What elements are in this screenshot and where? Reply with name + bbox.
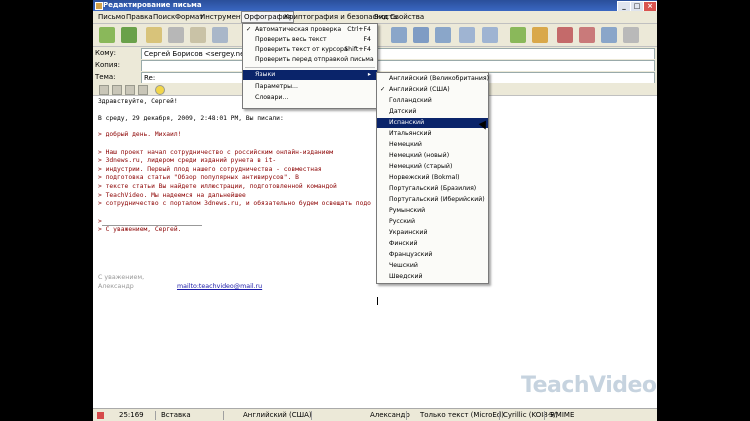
insert-mode: Вставка xyxy=(161,411,191,419)
replace-icon[interactable] xyxy=(601,27,617,43)
mail-options-icon[interactable] xyxy=(532,27,548,43)
menu-letter[interactable]: Письмо xyxy=(98,13,125,21)
spellcheck-icon[interactable] xyxy=(623,27,639,43)
quote-line: > 3dnews.ru, лидером среди изданий рунет… xyxy=(98,157,277,164)
greeting-line: Здравствуйте, Сергей! xyxy=(98,98,178,105)
lang-item[interactable]: Итальянский xyxy=(377,129,488,139)
align-right-icon[interactable] xyxy=(125,85,135,95)
teachvideo-watermark: TeachVideo xyxy=(521,373,657,398)
attach-icon[interactable] xyxy=(190,27,206,43)
lang-item[interactable]: Немецкий (старый) xyxy=(377,162,488,172)
cursor-position: 25:169 xyxy=(119,411,144,419)
copy-icon[interactable] xyxy=(391,27,407,43)
status-security[interactable]: S/MIME xyxy=(549,411,574,419)
menu-properties[interactable]: Свойства xyxy=(390,13,424,21)
submenu-arrow-icon: ▸ xyxy=(367,71,371,78)
check-icon: ✓ xyxy=(246,26,252,33)
status-separator xyxy=(311,411,312,420)
quote-line: > добрый день. Михаил! xyxy=(98,131,182,138)
lang-item[interactable]: Испанский xyxy=(377,118,488,128)
paste-icon[interactable] xyxy=(413,27,429,43)
status-account[interactable]: Александр xyxy=(370,411,410,419)
find-icon[interactable] xyxy=(557,27,573,43)
reply-header-line: В среду, 29 декабря, 2009, 2:48:01 PM, В… xyxy=(98,115,284,122)
mail-check-icon[interactable] xyxy=(510,27,526,43)
lang-item[interactable]: Немецкий (новый) xyxy=(377,151,488,161)
lang-item[interactable]: Французский xyxy=(377,250,488,260)
menu-view[interactable]: Вид xyxy=(374,13,388,21)
save-icon[interactable] xyxy=(146,27,162,43)
signature-name: Александр xyxy=(98,283,134,290)
status-language[interactable]: Английский (США) xyxy=(243,411,312,419)
quote-line: > сотрудничество с порталом 3dnews.ru, и… xyxy=(98,200,371,207)
lang-item[interactable]: Английский (Великобритания) xyxy=(377,74,489,84)
print-icon[interactable] xyxy=(168,27,184,43)
message-body[interactable]: Здравствуйте, Сергей! В среду, 29 декабр… xyxy=(93,96,657,408)
justify-icon[interactable] xyxy=(138,85,148,95)
lang-item[interactable]: ✓ Английский (США) xyxy=(377,85,488,95)
menu-item-parameters[interactable]: Параметры... xyxy=(243,82,377,92)
menu-search[interactable]: Поиск xyxy=(153,13,175,21)
lang-item[interactable]: Румынский xyxy=(377,206,488,216)
cc-label: Копия: xyxy=(95,61,120,69)
email-link[interactable]: mailto:teachvideo@mail.ru xyxy=(177,283,262,292)
text-cursor xyxy=(377,297,378,305)
subject-label: Тема: xyxy=(95,73,116,81)
menu-edit[interactable]: Правка xyxy=(126,13,153,21)
menu-item-check-before-send[interactable]: Проверить перед отправкой письма xyxy=(243,55,377,65)
signature-divider xyxy=(102,225,202,226)
menu-item-check-from-cursor[interactable]: Проверить текст от курсора Shift+F4 xyxy=(243,45,377,55)
lang-item[interactable]: Португальский (Бразилия) xyxy=(377,184,488,194)
status-icon xyxy=(97,412,104,419)
status-separator xyxy=(406,411,407,420)
status-separator xyxy=(155,411,156,420)
send-later-icon[interactable] xyxy=(121,27,137,43)
status-separator xyxy=(223,411,224,420)
quote-line: > тексте статьи Вы найдете иллюстрации, … xyxy=(98,183,337,190)
app-icon xyxy=(95,2,103,10)
status-bar: 25:169 Вставка Английский (США) Александ… xyxy=(93,408,657,421)
align-left-icon[interactable] xyxy=(99,85,109,95)
signature-line: С уважением, xyxy=(98,274,145,281)
lang-item[interactable]: Немецкий xyxy=(377,140,488,150)
paste-quote-icon[interactable] xyxy=(435,27,451,43)
languages-submenu: Английский (Великобритания) ✓ Английский … xyxy=(376,72,489,284)
lang-item[interactable]: Норвежский (Bokmal) xyxy=(377,173,488,183)
quote-line: > С уважением, Сергей. xyxy=(98,226,182,233)
lang-item[interactable]: Русский xyxy=(377,217,488,227)
lang-item[interactable]: Финский xyxy=(377,239,488,249)
smiley-icon[interactable] xyxy=(155,85,165,95)
redo-icon[interactable] xyxy=(482,27,498,43)
lang-item[interactable]: Голландский xyxy=(377,96,488,106)
status-separator xyxy=(499,411,500,420)
lang-item[interactable]: Шведский xyxy=(377,272,488,282)
status-separator xyxy=(544,411,545,420)
subject-value: Re: xyxy=(144,74,156,82)
check-icon: ✓ xyxy=(380,86,386,93)
send-icon[interactable] xyxy=(99,27,115,43)
quote-line: > подготовка статьи "Обзор популярных ан… xyxy=(98,174,299,181)
address-book-icon[interactable] xyxy=(212,27,228,43)
menu-item-check-all[interactable]: Проверить весь текст F4 xyxy=(243,35,377,45)
lang-item[interactable]: Чешский xyxy=(377,261,488,271)
menu-item-auto-check[interactable]: ✓ Автоматическая проверка Ctrl+F4 xyxy=(243,25,377,35)
status-format[interactable]: Только текст (MicrоEd) xyxy=(420,411,504,419)
find-next-icon[interactable] xyxy=(579,27,595,43)
menu-item-dictionaries[interactable]: Словари... xyxy=(243,93,377,103)
undo-icon[interactable] xyxy=(459,27,475,43)
spelling-menu: ✓ Автоматическая проверка Ctrl+F4 Провери… xyxy=(242,23,378,109)
menu-item-languages[interactable]: Языки ▸ xyxy=(243,70,377,80)
align-center-icon[interactable] xyxy=(112,85,122,95)
window-title: Редактирование письма xyxy=(103,1,202,9)
lang-item[interactable]: Украинский xyxy=(377,228,488,238)
title-bar: Редактирование письма _ □ × xyxy=(93,0,657,12)
lang-item[interactable]: Португальский (Иберийский) xyxy=(377,195,488,205)
menu-separator xyxy=(245,67,375,68)
to-label: Кому: xyxy=(95,49,117,57)
lang-item[interactable]: Датский xyxy=(377,107,488,117)
